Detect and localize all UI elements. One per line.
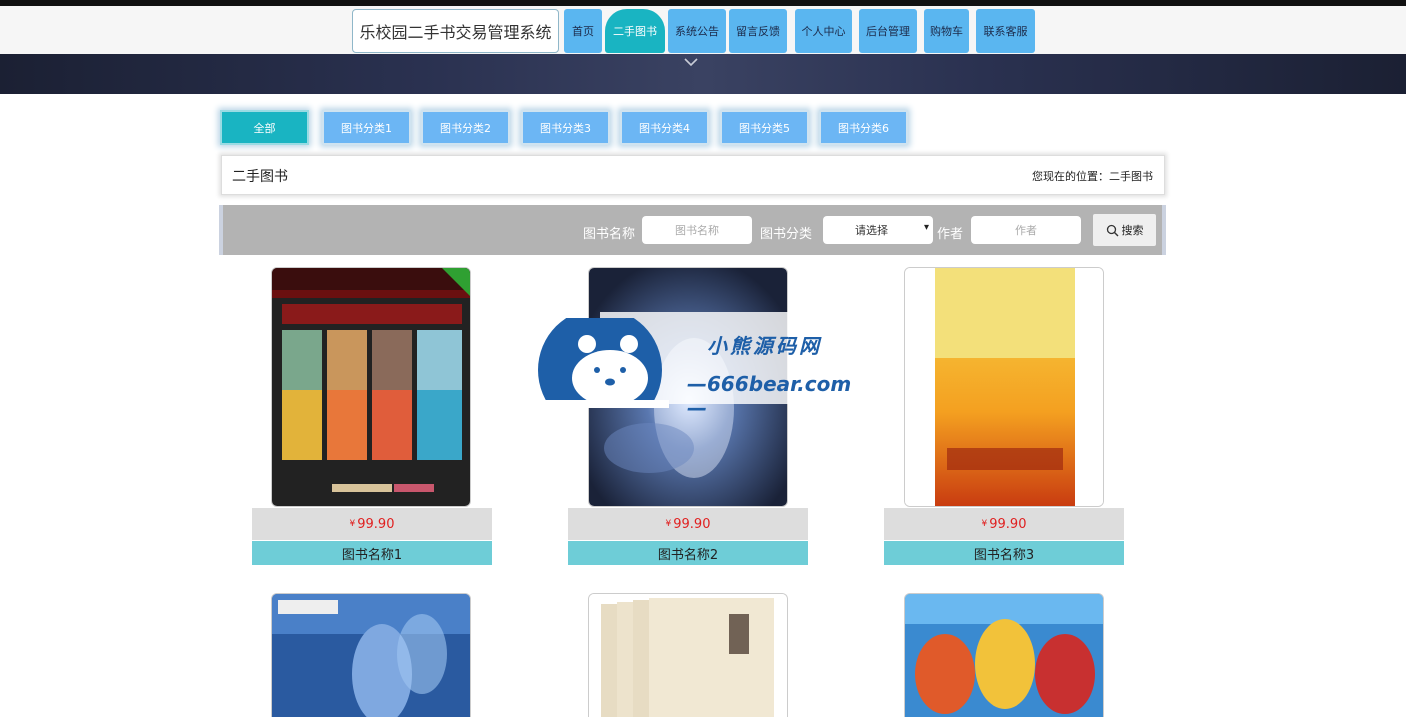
bear-logo-icon bbox=[537, 318, 669, 408]
nav-announcements[interactable]: 系统公告 bbox=[668, 9, 726, 53]
book-category-value: 请选择 bbox=[855, 224, 888, 237]
search-button-label: 搜索 bbox=[1121, 224, 1144, 237]
book-cover-4[interactable] bbox=[271, 593, 471, 717]
category-3[interactable]: 图书分类3 bbox=[521, 110, 610, 145]
category-1[interactable]: 图书分类1 bbox=[322, 110, 411, 145]
currency-symbol: ¥ bbox=[665, 519, 672, 529]
nav-feedback[interactable]: 留言反馈 bbox=[729, 9, 787, 53]
chevron-down-icon: ▾ bbox=[923, 222, 929, 233]
nav-home[interactable]: 首页 bbox=[564, 9, 602, 53]
book-name-label: 图书名称 bbox=[583, 227, 636, 242]
book-cover-5[interactable] bbox=[588, 593, 788, 717]
book-category-select[interactable]: 请选择 ▾ bbox=[823, 216, 933, 244]
author-input[interactable] bbox=[971, 216, 1081, 244]
nav-customer-service[interactable]: 联系客服 bbox=[976, 9, 1035, 53]
watermark-brand: 小熊源码网 bbox=[707, 334, 822, 358]
book-name-1[interactable]: 图书名称1 bbox=[252, 541, 492, 565]
search-icon bbox=[1106, 224, 1118, 236]
banner bbox=[0, 54, 1406, 94]
breadcrumb-location: 您现在的位置：二手图书 bbox=[1032, 170, 1153, 183]
site-title: 乐校园二手书交易管理系统 bbox=[352, 9, 559, 53]
price-value: 99.90 bbox=[673, 516, 711, 532]
book-cover-3[interactable] bbox=[904, 267, 1104, 507]
search-bar: 图书名称 图书分类 请选择 ▾ 作者 搜索 bbox=[219, 205, 1166, 255]
watermark-url: —666bear.com— bbox=[687, 372, 852, 420]
book-cover-image bbox=[589, 594, 787, 717]
nav-admin[interactable]: 后台管理 bbox=[859, 9, 917, 53]
search-button[interactable]: 搜索 bbox=[1093, 214, 1156, 246]
author-label: 作者 bbox=[937, 227, 964, 242]
nav-profile[interactable]: 个人中心 bbox=[795, 9, 852, 53]
book-price-2: ¥ 99.90 bbox=[568, 508, 808, 540]
price-value: 99.90 bbox=[989, 516, 1027, 532]
category-all[interactable]: 全部 bbox=[220, 110, 309, 145]
book-name-3[interactable]: 图书名称3 bbox=[884, 541, 1124, 565]
watermark: 小熊源码网 —666bear.com— bbox=[537, 312, 867, 420]
book-cover-image bbox=[272, 594, 470, 717]
category-5[interactable]: 图书分类5 bbox=[720, 110, 809, 145]
category-6[interactable]: 图书分类6 bbox=[819, 110, 908, 145]
breadcrumb: 二手图书 您现在的位置：二手图书 bbox=[221, 155, 1165, 195]
book-cover-image bbox=[905, 268, 1103, 506]
category-4[interactable]: 图书分类4 bbox=[620, 110, 709, 145]
book-name-2[interactable]: 图书名称2 bbox=[568, 541, 808, 565]
currency-symbol: ¥ bbox=[349, 519, 356, 529]
book-category-label: 图书分类 bbox=[760, 227, 813, 242]
book-cover-image bbox=[272, 268, 470, 506]
chevron-down-icon[interactable] bbox=[682, 54, 700, 72]
book-price-3: ¥ 99.90 bbox=[884, 508, 1124, 540]
price-value: 99.90 bbox=[357, 516, 395, 532]
nav-used-books[interactable]: 二手图书 bbox=[605, 9, 665, 53]
book-name-input[interactable] bbox=[642, 216, 752, 244]
nav-cart[interactable]: 购物车 bbox=[924, 9, 969, 53]
book-cover-1[interactable] bbox=[271, 267, 471, 507]
book-cover-6[interactable] bbox=[904, 593, 1104, 717]
page-title: 二手图书 bbox=[232, 169, 288, 185]
book-cover-image bbox=[905, 594, 1103, 717]
currency-symbol: ¥ bbox=[981, 519, 988, 529]
category-2[interactable]: 图书分类2 bbox=[421, 110, 510, 145]
book-price-1: ¥ 99.90 bbox=[252, 508, 492, 540]
